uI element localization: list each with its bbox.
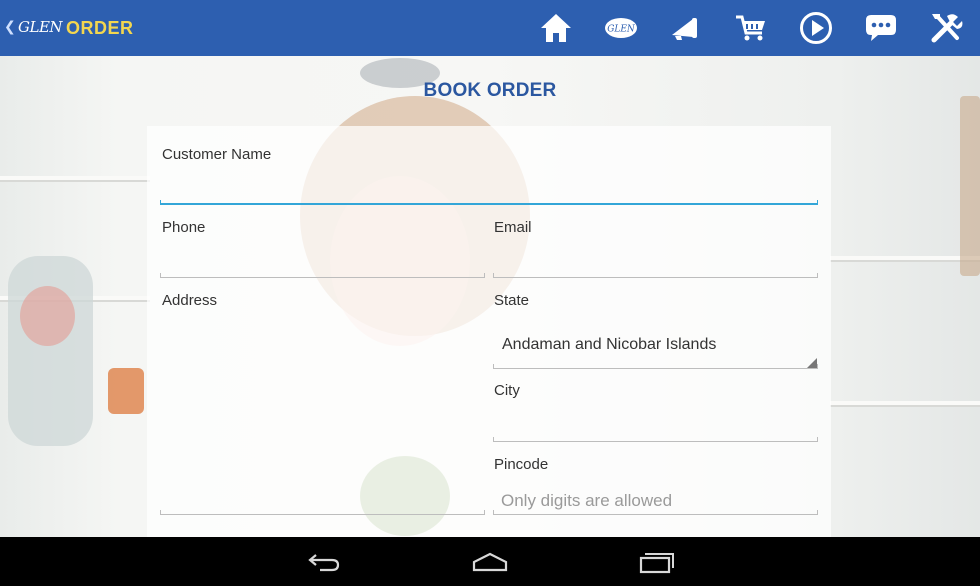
page-title: ORDER (66, 18, 134, 38)
form-title: BOOK ORDER (423, 80, 557, 101)
back-icon[interactable] (302, 547, 346, 577)
customer-name-field[interactable] (160, 200, 818, 205)
email-label: Email (494, 219, 532, 236)
chat-icon[interactable] (863, 10, 899, 46)
background-shelf (0, 176, 150, 182)
background-shelf (830, 401, 980, 407)
phone-field[interactable] (160, 273, 485, 278)
state-dropdown[interactable] (493, 364, 818, 369)
order-form: Customer Name Phone Email Address State … (147, 126, 831, 537)
glen-logo-icon[interactable]: GLEN (603, 10, 639, 46)
background-shelf (830, 256, 980, 262)
recent-apps-icon[interactable] (634, 547, 678, 577)
app-bar: ❮ GLEN ORDER GLEN (0, 0, 980, 56)
pincode-placeholder[interactable]: Only digits are allowed (501, 491, 672, 511)
home-icon[interactable] (538, 10, 574, 46)
address-label: Address (162, 292, 218, 309)
phone-label: Phone (162, 219, 206, 236)
chevron-left-icon[interactable]: ❮ (4, 18, 16, 35)
city-label: City (494, 382, 520, 399)
state-label: State (494, 292, 530, 309)
background-jar (108, 368, 144, 414)
city-field[interactable] (493, 437, 818, 442)
glen-logo-text: GLEN (607, 25, 636, 35)
order-page: BOOK ORDER Customer Name Phone Email Add… (0, 56, 980, 537)
home-outline-icon[interactable] (468, 547, 512, 577)
cart-icon[interactable] (733, 10, 769, 46)
pincode-label: Pincode (494, 456, 549, 473)
address-field[interactable] (160, 510, 485, 515)
play-icon[interactable] (798, 10, 834, 46)
background-board (960, 96, 980, 276)
background-blender (8, 256, 93, 446)
megaphone-icon[interactable] (668, 10, 704, 46)
state-dropdown-value[interactable]: Andaman and Nicobar Islands (502, 336, 716, 354)
pincode-field[interactable] (493, 510, 818, 515)
customer-name-label: Customer Name (162, 146, 272, 163)
dropdown-corner-icon (807, 358, 817, 368)
glen-logo[interactable]: GLEN (18, 18, 63, 36)
background-fruit (20, 286, 75, 346)
email-field[interactable] (493, 273, 818, 278)
tools-icon[interactable] (928, 10, 964, 46)
system-nav-bar (0, 537, 980, 586)
